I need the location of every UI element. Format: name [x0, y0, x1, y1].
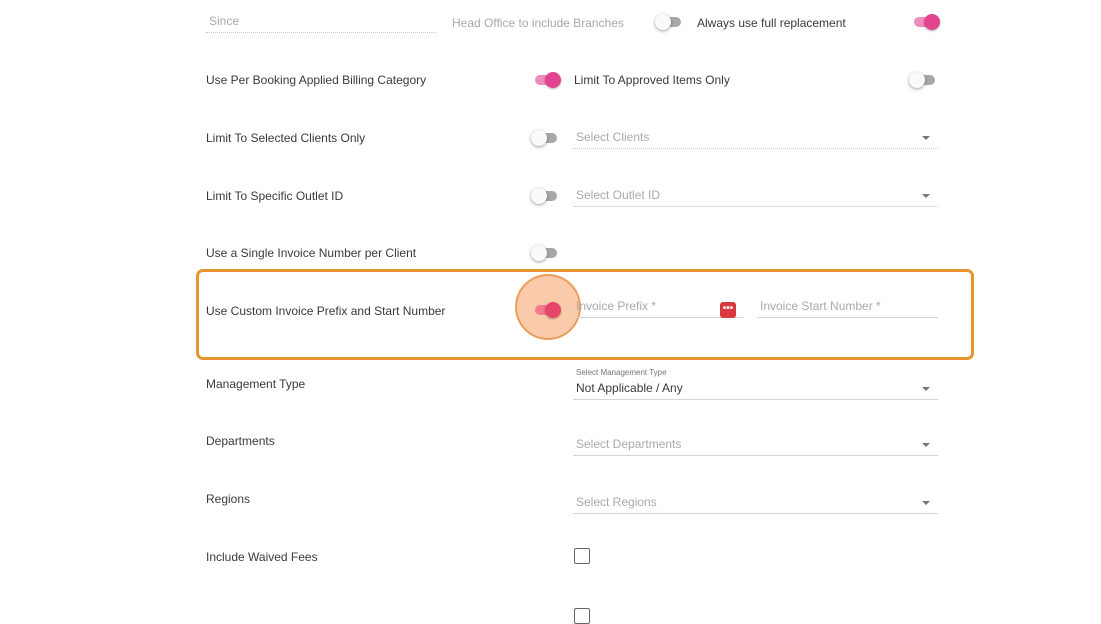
regions-dropdown[interactable]: Select Regions [573, 493, 938, 514]
departments-placeholder: Select Departments [576, 437, 682, 451]
chevron-down-icon [922, 443, 930, 447]
management-type-label: Management Type [206, 377, 306, 391]
select-outlet-placeholder: Select Outlet ID [576, 188, 661, 202]
single-invoice-toggle[interactable] [531, 244, 559, 262]
outlet-label: Limit To Specific Outlet ID [206, 189, 344, 203]
departments-dropdown[interactable]: Select Departments [573, 435, 938, 456]
select-outlet-dropdown[interactable]: Select Outlet ID [573, 186, 938, 207]
since-placeholder: Since [209, 14, 240, 28]
full-replacement-toggle[interactable] [912, 13, 940, 31]
departments-label: Departments [206, 434, 275, 448]
head-office-toggle[interactable] [655, 13, 683, 31]
chevron-down-icon [922, 194, 930, 198]
waived-fees-label: Include Waived Fees [206, 550, 318, 564]
full-replacement-label: Always use full replacement [697, 16, 846, 30]
chevron-down-icon [922, 136, 930, 140]
per-booking-label: Use Per Booking Applied Billing Category [206, 73, 427, 87]
password-manager-icon[interactable]: ••• [720, 302, 736, 318]
since-input[interactable]: Since [206, 12, 436, 33]
invoice-start-placeholder: Invoice Start Number * [760, 299, 881, 313]
management-type-float-label: Select Management Type [576, 368, 667, 377]
selected-clients-toggle[interactable] [531, 129, 559, 147]
invoice-prefix-input[interactable]: Invoice Prefix * [573, 297, 743, 318]
selected-clients-label: Limit To Selected Clients Only [206, 131, 366, 145]
regions-placeholder: Select Regions [576, 495, 657, 509]
invoice-start-number-input[interactable]: Invoice Start Number * [757, 297, 938, 318]
chevron-down-icon [922, 501, 930, 505]
invoice-prefix-placeholder: Invoice Prefix * [576, 299, 657, 313]
approved-items-toggle[interactable] [909, 71, 937, 89]
single-invoice-label: Use a Single Invoice Number per Client [206, 246, 417, 260]
waived-fees-checkbox[interactable] [574, 548, 590, 564]
custom-prefix-toggle[interactable] [533, 301, 561, 319]
custom-prefix-label: Use Custom Invoice Prefix and Start Numb… [206, 304, 446, 318]
approved-items-label: Limit To Approved Items Only [574, 73, 730, 87]
select-clients-dropdown[interactable]: Select Clients [573, 128, 938, 149]
management-type-dropdown[interactable]: Not Applicable / Any [573, 379, 938, 400]
head-office-label: Head Office to include Branches [452, 16, 624, 30]
next-row-checkbox[interactable] [574, 608, 590, 624]
select-clients-placeholder: Select Clients [576, 130, 650, 144]
outlet-toggle[interactable] [531, 187, 559, 205]
chevron-down-icon [922, 387, 930, 391]
management-type-value: Not Applicable / Any [576, 381, 683, 395]
regions-label: Regions [206, 492, 251, 506]
per-booking-toggle[interactable] [533, 71, 561, 89]
